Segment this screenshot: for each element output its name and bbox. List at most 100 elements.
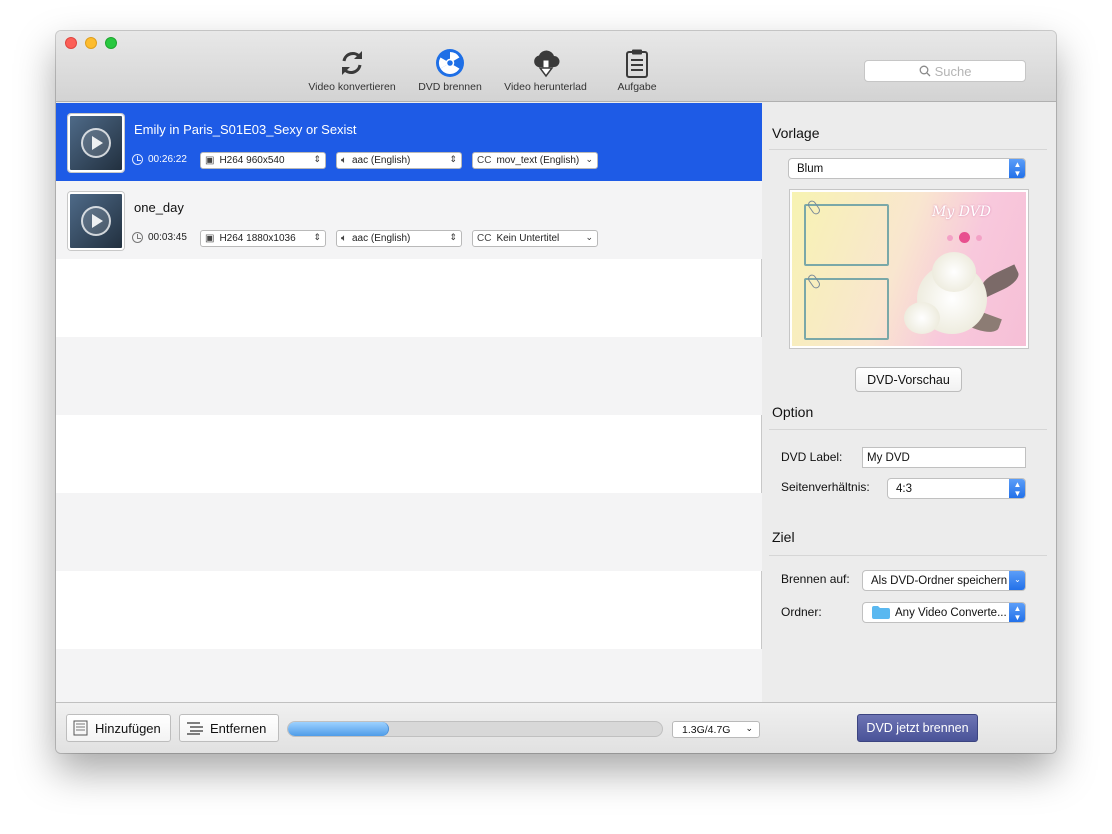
toolbar-dvd-brennen[interactable]: DVD brennen xyxy=(414,47,486,97)
toolbar-label: Aufgabe xyxy=(617,81,657,93)
dvd-label-label: DVD Label: xyxy=(781,450,843,464)
zoom-window-button[interactable] xyxy=(105,37,117,49)
empty-row xyxy=(56,337,762,415)
chevron-down-icon: ⌄ xyxy=(745,723,753,733)
template-select-value: Blum xyxy=(797,162,824,175)
video-format-select[interactable]: ▣ H264 1880x1036 ⇕ xyxy=(200,230,326,247)
empty-row xyxy=(56,493,762,571)
disc-usage-progress xyxy=(287,721,663,737)
toolbar-label: Video konvertieren xyxy=(308,81,396,93)
flower-shape xyxy=(932,252,976,292)
burn-dvd-button[interactable]: DVD jetzt brennen xyxy=(857,714,978,742)
dvd-preview-button[interactable]: DVD-Vorschau xyxy=(855,367,962,392)
folder-select[interactable]: Any Video Converte... ▲ ▼ xyxy=(862,602,1026,623)
add-button-label: Hinzufügen xyxy=(95,720,161,736)
radiation-icon xyxy=(436,49,464,77)
folder-icon xyxy=(872,606,890,619)
clock-icon xyxy=(132,154,143,165)
audio-track-value: aac (English) xyxy=(352,233,411,244)
film-icon: ▣ xyxy=(205,155,215,166)
updown-icon: ▲ ▼ xyxy=(1009,603,1025,622)
template-title-text: My DVD xyxy=(932,204,992,220)
chevron-down-icon: ⌄ xyxy=(585,232,593,242)
video-thumbnail xyxy=(68,192,124,250)
cc-icon: CC xyxy=(477,155,492,166)
flower-shape xyxy=(904,302,940,334)
refresh-icon xyxy=(342,51,362,75)
folder-value: Any Video Converte... xyxy=(895,606,1007,619)
video-row[interactable]: Emily in Paris_S01E03_Sexy or Sexist 00:… xyxy=(56,103,762,181)
speaker-icon: 🔈︎ xyxy=(341,233,347,244)
film-icon: ▣ xyxy=(205,233,215,244)
toolbar-label: DVD brennen xyxy=(418,81,482,93)
clock-icon xyxy=(132,232,143,243)
video-thumbnail xyxy=(68,114,124,172)
video-duration: 00:03:45 xyxy=(132,232,187,243)
remove-button-label: Entfernen xyxy=(210,720,267,736)
subtitle-value: mov_text (English) xyxy=(496,155,580,166)
video-row[interactable]: one_day 00:03:45 ▣ H264 1880x1036 ⇕ 🔈︎ aac … xyxy=(56,181,762,259)
video-format-value: H264 1880x1036 xyxy=(219,233,296,244)
video-list: Emily in Paris_S01E03_Sexy or Sexist 00:… xyxy=(56,103,762,702)
video-format-select[interactable]: ▣ H264 960x540 ⇕ xyxy=(200,152,326,169)
aspect-ratio-select[interactable]: 4:3 ▲ ▼ xyxy=(887,478,1026,499)
empty-row xyxy=(56,571,762,649)
disc-size-value: 1.3G/4.7G xyxy=(682,723,731,736)
updown-icon: ⇕ xyxy=(313,154,321,164)
burn-to-label: Brennen auf: xyxy=(781,572,850,586)
clipboard-icon xyxy=(626,49,648,78)
cloud-download-icon xyxy=(533,50,559,78)
divider xyxy=(769,429,1047,430)
section-title-option: Option xyxy=(772,404,814,420)
chevron-down-icon: ⌄ xyxy=(1009,571,1025,590)
updown-icon: ⇕ xyxy=(313,232,321,242)
toolbar-video-herunterlad[interactable]: Video herunterlad xyxy=(498,47,593,97)
add-button[interactable]: Hinzufügen xyxy=(66,714,171,742)
app-window: Video konvertieren DVD brennen Video her… xyxy=(56,31,1056,753)
burn-to-value: Als DVD-Ordner speichern xyxy=(871,574,1008,587)
close-window-button[interactable] xyxy=(65,37,77,49)
template-select[interactable]: Blum ▲ ▼ xyxy=(788,158,1026,179)
video-duration: 00:26:22 xyxy=(132,154,187,165)
aspect-ratio-value: 4:3 xyxy=(896,482,912,495)
audio-track-value: aac (English) xyxy=(352,155,411,166)
video-title: Emily in Paris_S01E03_Sexy or Sexist xyxy=(134,122,357,137)
add-file-icon xyxy=(73,720,88,736)
subtitle-select[interactable]: CC Kein Untertitel ⌄ xyxy=(472,230,598,247)
remove-list-icon xyxy=(187,722,203,735)
audio-track-select[interactable]: 🔈︎ aac (English) ⇕ xyxy=(336,230,462,247)
play-icon xyxy=(81,206,111,236)
updown-icon: ▲ ▼ xyxy=(1009,479,1025,498)
updown-icon: ▲ ▼ xyxy=(1009,159,1025,178)
divider xyxy=(769,149,1047,150)
remove-button[interactable]: Entfernen xyxy=(179,714,279,742)
search-icon xyxy=(919,65,931,77)
audio-track-select[interactable]: 🔈︎ aac (English) ⇕ xyxy=(336,152,462,169)
cc-icon: CC xyxy=(477,233,492,244)
dvd-label-field[interactable]: My DVD xyxy=(862,447,1026,468)
settings-sidebar: Vorlage Blum ▲ ▼ My DVD DVD-Vorschau Opt… xyxy=(763,103,1056,702)
chevron-down-icon: ⌄ xyxy=(585,154,593,164)
section-title-vorlage: Vorlage xyxy=(772,125,820,141)
updown-icon: ⇕ xyxy=(449,232,457,242)
toolbar-video-konvertieren[interactable]: Video konvertieren xyxy=(302,47,402,97)
burn-to-select[interactable]: Als DVD-Ordner speichern ⌄ xyxy=(862,570,1026,591)
updown-icon: ⇕ xyxy=(449,154,457,164)
divider xyxy=(769,555,1047,556)
toolbar-aufgabe[interactable]: Aufgabe xyxy=(609,47,665,97)
empty-row xyxy=(56,415,762,493)
duration-text: 00:26:22 xyxy=(148,154,187,165)
minimize-window-button[interactable] xyxy=(85,37,97,49)
section-title-ziel: Ziel xyxy=(772,529,795,545)
search-input[interactable]: Suche xyxy=(864,60,1026,82)
toolbar: Video konvertieren DVD brennen Video her… xyxy=(56,31,1056,102)
subtitle-select[interactable]: CC mov_text (English) ⌄ xyxy=(472,152,598,169)
empty-row xyxy=(56,259,762,337)
play-icon xyxy=(81,128,111,158)
disc-size-select[interactable]: 1.3G/4.7G ⌄ xyxy=(672,721,760,738)
aspect-ratio-label: Seitenverhältnis: xyxy=(781,480,870,494)
duration-text: 00:03:45 xyxy=(148,232,187,243)
toolbar-label: Video herunterlad xyxy=(504,81,587,93)
menu-dots xyxy=(944,232,985,243)
video-title: one_day xyxy=(134,200,184,215)
